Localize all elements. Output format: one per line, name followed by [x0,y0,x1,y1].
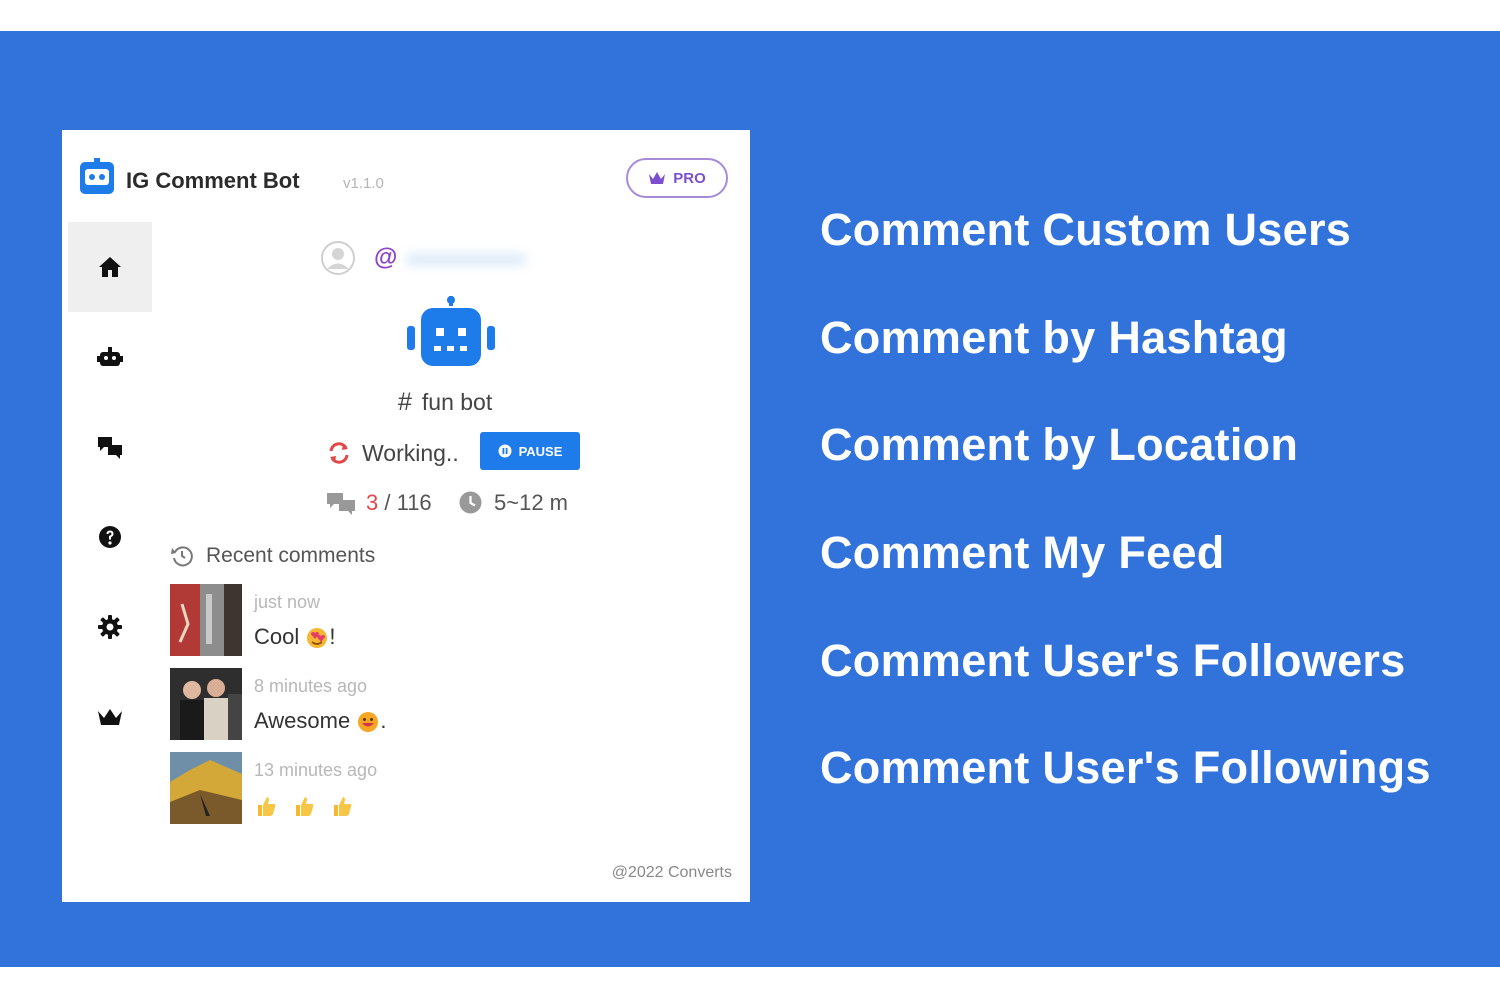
recent-comments-header: Recent comments [170,542,470,570]
recent-comments-title: Recent comments [206,544,376,567]
sidebar-item-settings[interactable] [68,582,152,672]
at-sign: @ [374,244,398,271]
feature-item: Comment Custom Users [820,204,1352,255]
feature-item: Comment My Feed [820,527,1225,578]
footer-copyright: @2022 Converts [611,864,732,881]
bot-name-text: fun bot [421,389,493,415]
pause-button[interactable]: PAUSE [480,432,580,470]
pro-label: PRO [673,169,706,187]
heart-face-emoji-icon [307,628,328,649]
feature-item: Comment by Hashtag [820,312,1288,363]
pause-icon [498,444,512,458]
app-title: IG Comment Bot [126,168,300,193]
bot-logo-icon [80,158,114,194]
help-icon [99,526,121,548]
gear-icon [98,615,122,639]
home-icon [99,257,121,277]
robot-icon [97,347,123,366]
comment-time: 8 minutes ago [254,676,368,696]
status-text: Working.. [362,440,459,466]
sidebar-item-home[interactable] [68,222,152,312]
thumbs-up-emoji-icon [334,797,352,817]
comments-count-icon [327,493,355,515]
clock-icon [459,491,482,514]
pro-button[interactable]: PRO [626,158,728,198]
bot-avatar-icon [407,296,495,366]
comments-icon [98,437,122,459]
extension-popup: IG Comment Bot v1.1.0 PRO @ xxxxxxxxxxxx… [62,130,750,902]
feature-item: Comment by Location [820,419,1299,470]
comment-interval: 5~12 m [494,490,568,515]
status-row: Working.. PAUSE [326,432,626,470]
grinning-face-emoji-icon [358,712,379,733]
stats-row: 3 / 116 5~12 m [326,486,626,518]
comment-text: Awesome . [254,708,387,733]
sidebar-item-comments[interactable] [68,402,152,492]
list-item[interactable]: 8 minutes ago Awesome . [170,668,570,742]
feature-item: Comment User's Followings [820,742,1431,793]
list-item[interactable]: just now Cool ! [170,584,570,658]
comment-time: 13 minutes ago [254,760,378,780]
sidebar-nav [68,222,152,762]
comment-time: just now [254,592,321,612]
crown-icon [98,709,122,725]
crown-icon [649,172,666,184]
username: xxxxxxxxxxxx [406,248,526,270]
pause-label: PAUSE [518,443,563,459]
hashtag-icon: # [398,388,412,416]
post-thumbnail[interactable] [170,752,242,824]
thumbs-up-emoji-icon [258,797,276,817]
post-thumbnail[interactable] [170,584,242,656]
sidebar-item-bot[interactable] [68,312,152,402]
bot-name: # fun bot [398,388,492,417]
post-thumbnail[interactable] [170,668,242,740]
comment-text: Cool ! [254,624,336,649]
sidebar-item-pro[interactable] [68,672,152,762]
app-version: v1.1.0 [343,175,384,192]
sidebar-item-help[interactable] [68,492,152,582]
comment-text [254,792,354,818]
comment-count: 3 / 116 [366,490,432,515]
sync-icon [329,442,349,464]
app-header: IG Comment Bot v1.1.0 PRO [78,158,734,198]
account-row: @ xxxxxxxxxxxx [320,240,620,280]
avatar-icon [321,241,355,275]
feature-item: Comment User's Followers [820,635,1406,686]
list-item[interactable]: 13 minutes ago [170,752,570,826]
thumbs-up-emoji-icon [296,797,314,817]
history-icon [171,546,193,567]
